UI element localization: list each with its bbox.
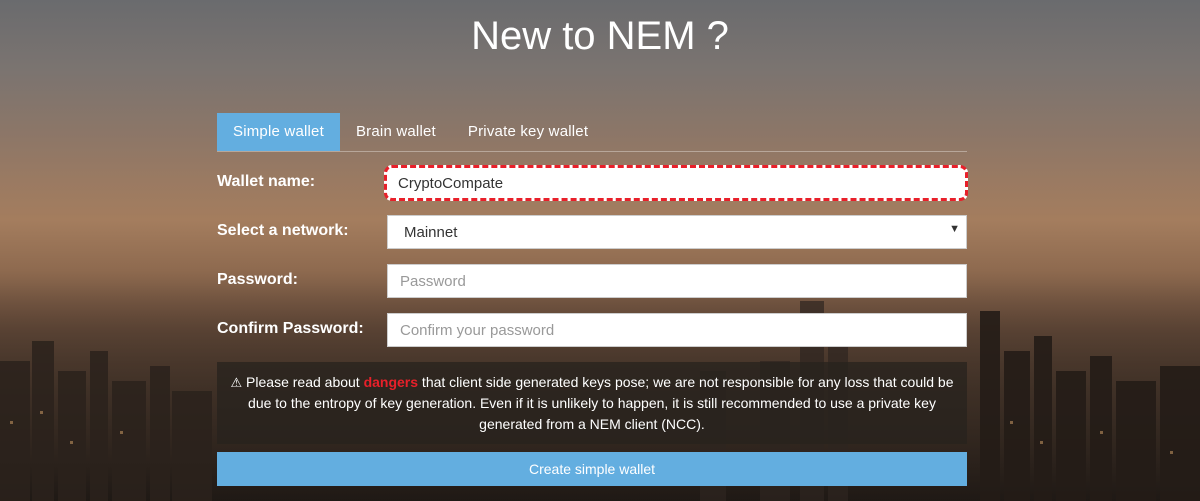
password-input[interactable]: [387, 264, 967, 298]
wallet-name-label: Wallet name:: [217, 173, 316, 190]
network-row: Select a network: Mainnet ▼: [217, 215, 967, 249]
password-label: Password:: [217, 271, 298, 288]
tab-private-key-wallet[interactable]: Private key wallet: [452, 113, 604, 151]
wallet-name-input[interactable]: [384, 165, 968, 201]
wallet-name-row: Wallet name:: [217, 165, 968, 201]
network-label: Select a network:: [217, 222, 349, 239]
page: New to NEM ? Simple wallet Brain wallet …: [0, 0, 1200, 501]
key-generation-notice: ⚠ Please read about dangers that client …: [217, 362, 967, 444]
create-simple-wallet-button[interactable]: Create simple wallet: [217, 452, 967, 486]
chevron-down-icon: ▼: [949, 223, 960, 235]
confirm-password-row: Confirm Password:: [217, 313, 967, 347]
confirm-password-input[interactable]: [387, 313, 967, 347]
tab-simple-wallet[interactable]: Simple wallet: [217, 113, 340, 151]
page-title: New to NEM ?: [471, 14, 729, 58]
dangers-link[interactable]: dangers: [364, 374, 418, 390]
wallet-type-tabs: Simple wallet Brain wallet Private key w…: [217, 113, 967, 152]
confirm-password-label: Confirm Password:: [217, 320, 364, 337]
tab-brain-wallet[interactable]: Brain wallet: [340, 113, 452, 151]
network-select[interactable]: Mainnet ▼: [387, 215, 967, 249]
warning-icon: ⚠: [230, 375, 243, 390]
network-selected-value: Mainnet: [404, 224, 458, 241]
password-row: Password:: [217, 264, 967, 298]
notice-text-before: Please read about: [246, 374, 364, 390]
